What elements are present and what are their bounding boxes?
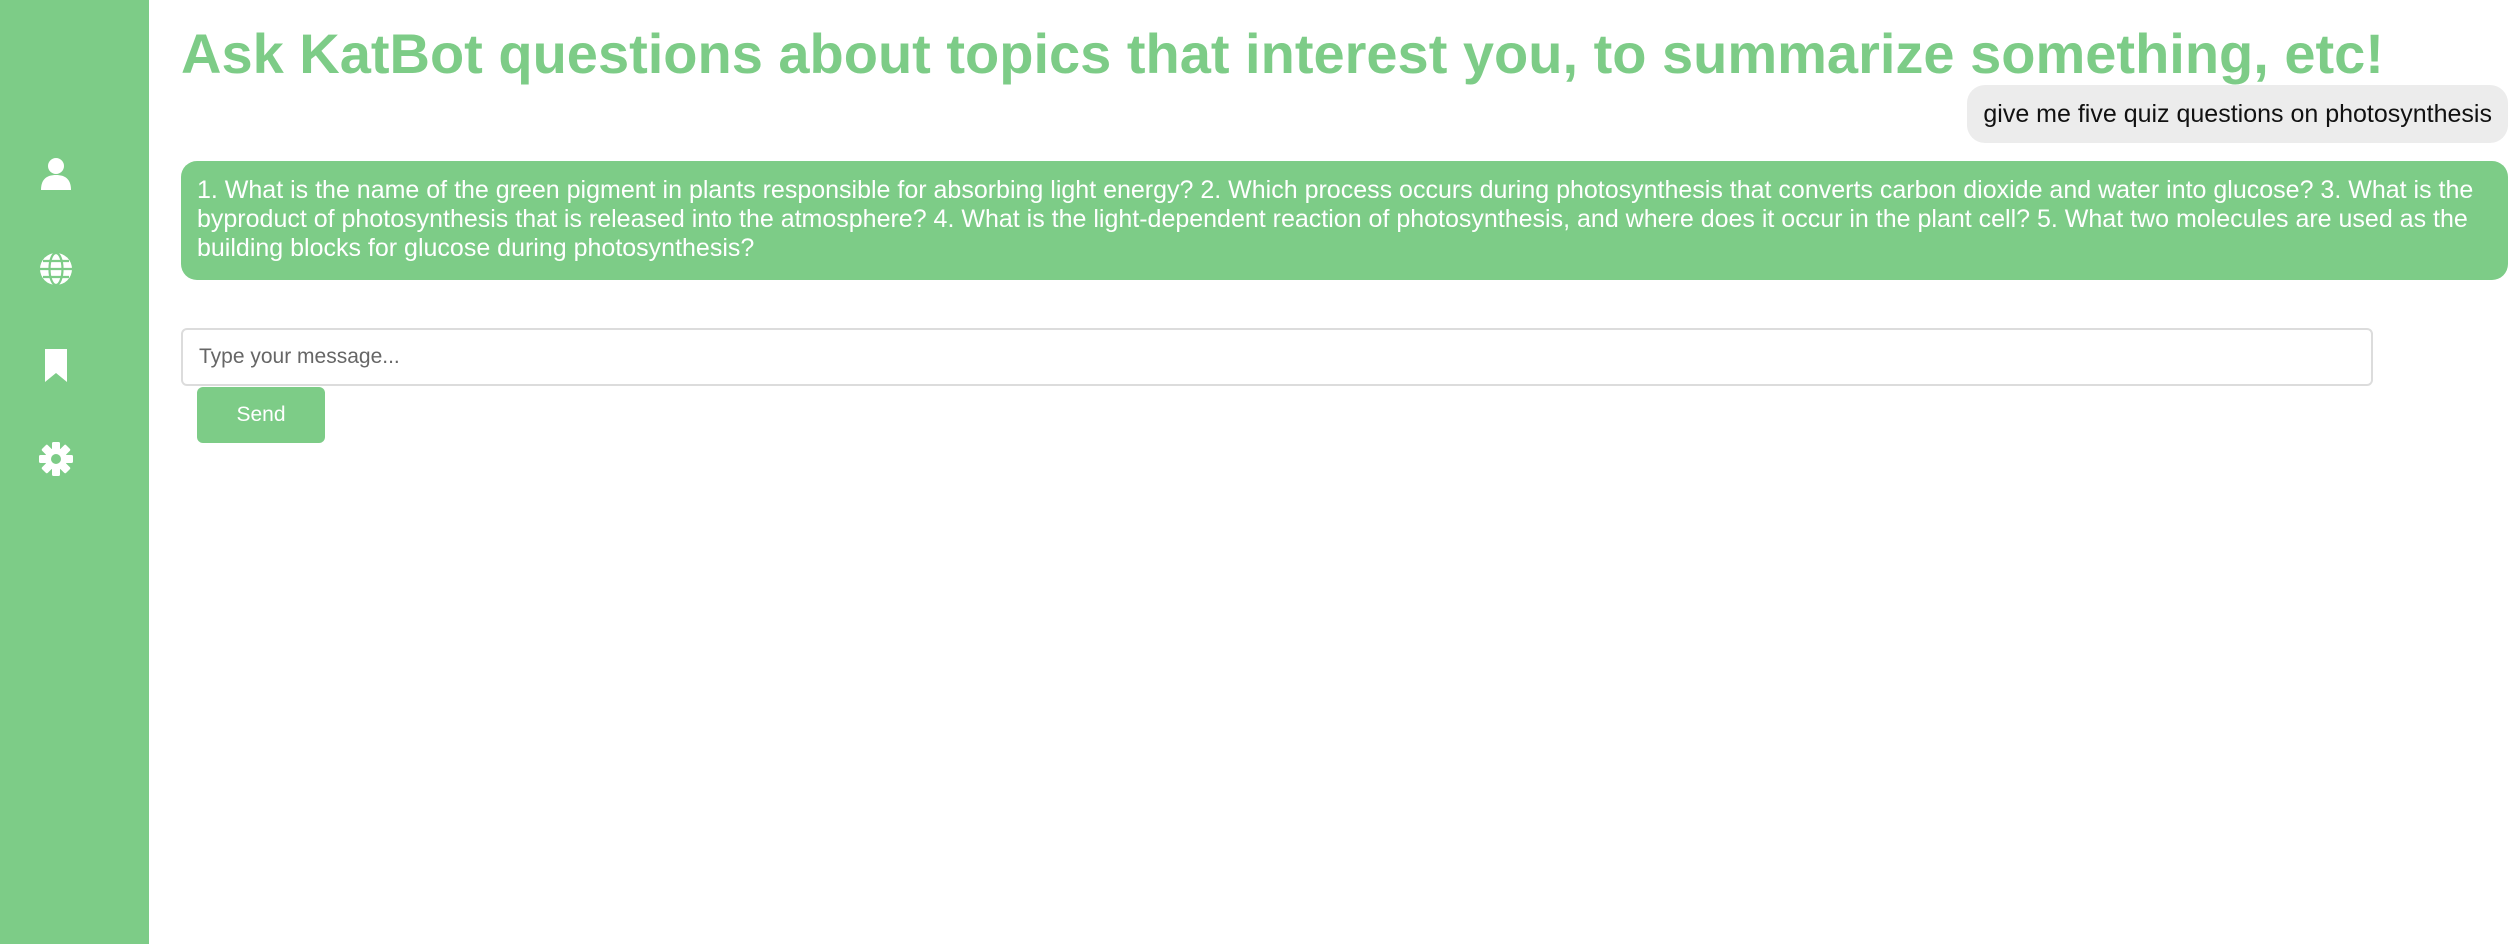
user-icon-graphic	[41, 158, 71, 190]
send-button[interactable]: Send	[197, 387, 325, 443]
user-message: give me five quiz questions on photosynt…	[1967, 85, 2508, 143]
chat-main: Ask KatBot questions about topics that i…	[149, 0, 2510, 944]
page-title: Ask KatBot questions about topics that i…	[181, 22, 2384, 85]
globe-icon-graphic	[40, 251, 72, 287]
bookmark-icon-graphic	[45, 349, 67, 382]
gear-icon[interactable]	[38, 441, 74, 477]
bot-message: 1. What is the name of the green pigment…	[181, 161, 2508, 280]
globe-icon[interactable]	[38, 251, 74, 287]
sidebar	[0, 0, 149, 944]
gear-icon-graphic	[39, 442, 73, 476]
user-icon[interactable]	[38, 155, 74, 191]
message-input[interactable]	[181, 328, 2373, 386]
katbot-app: Ask KatBot questions about topics that i…	[0, 0, 2510, 944]
bookmark-icon[interactable]	[38, 347, 74, 383]
